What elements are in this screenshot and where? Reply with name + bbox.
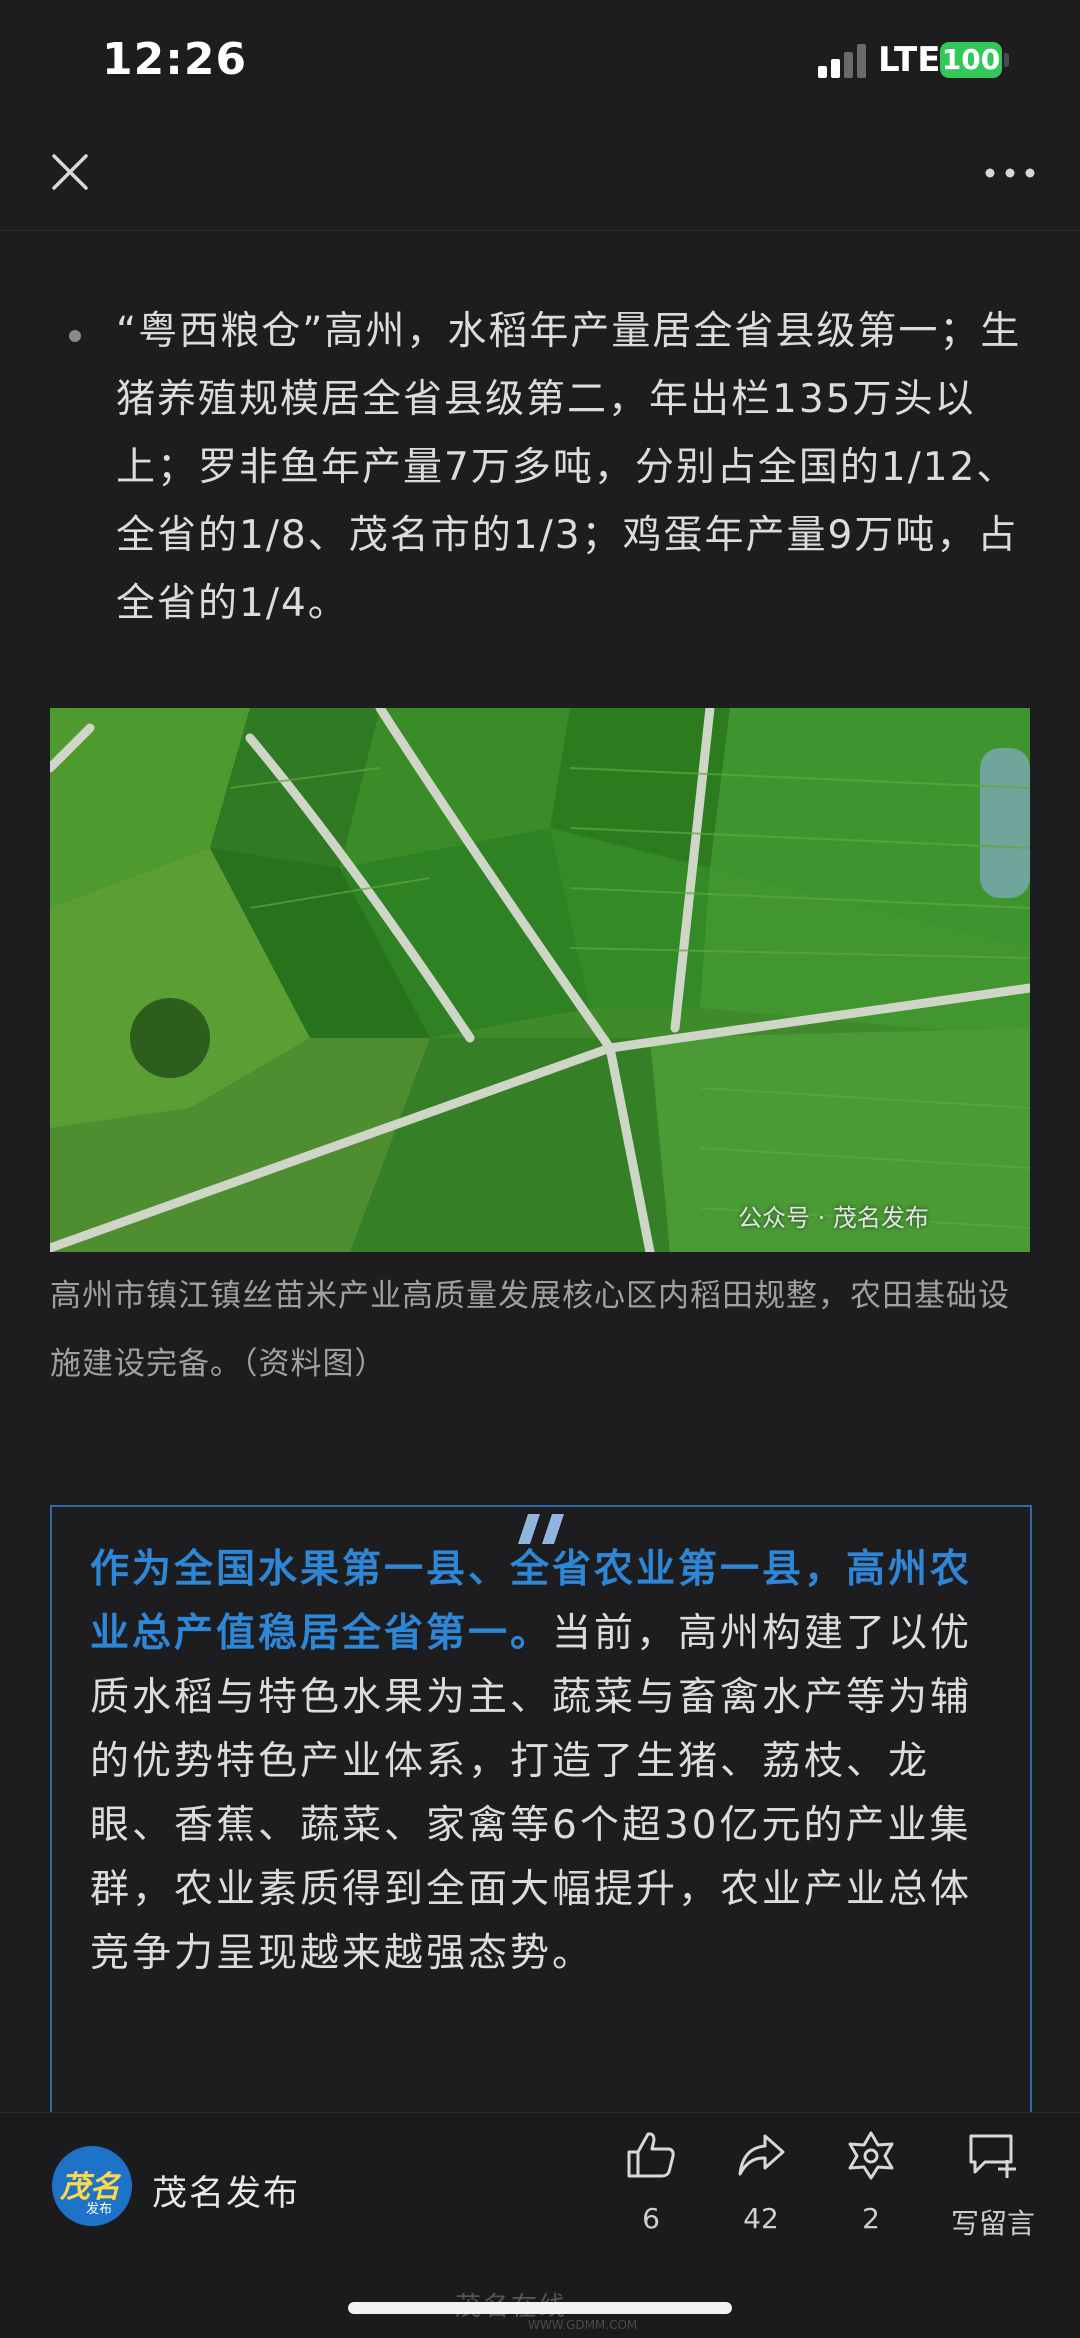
photo-caption: 高州市镇江镇丝苗米产业高质量发展核心区内稻田规整，农田基础设施建设完备。（资料图…	[50, 1278, 1010, 1382]
more-options-icon[interactable]	[984, 162, 1036, 184]
avatar-subtext: 发布	[86, 2202, 113, 2217]
nav-bar	[0, 120, 1080, 231]
share-count: 42	[743, 2202, 779, 2235]
home-indicator[interactable]	[348, 2302, 732, 2314]
network-type: LTE	[878, 40, 941, 80]
wow-count: 2	[862, 2202, 880, 2235]
like-count: 6	[642, 2202, 660, 2235]
share-button[interactable]: 42	[716, 2130, 806, 2235]
battery-icon: 100	[940, 42, 1002, 78]
quote-text: 作为全国水果第一县、全省农业第一县，高州农业总产值稳居全省第一。当前，高州构建了…	[90, 1538, 994, 1986]
photo-watermark: 公众号 · 茂名发布	[738, 1204, 929, 1232]
battery-tip	[1004, 53, 1009, 67]
rice-field-photo[interactable]	[50, 708, 1030, 1252]
cellular-signal-icon	[818, 44, 868, 78]
account-avatar[interactable]: 茂名 发布	[52, 2146, 132, 2226]
bullet-point	[69, 330, 81, 342]
wow-flower-icon	[848, 2131, 894, 2180]
wow-button[interactable]: 2	[826, 2130, 916, 2235]
status-time: 12:26	[102, 34, 248, 85]
like-button[interactable]: 6	[606, 2130, 696, 2235]
close-icon[interactable]	[48, 150, 92, 194]
comment-icon	[969, 2134, 1016, 2178]
account-name[interactable]: 茂名发布	[152, 2165, 300, 2216]
status-bar: 12:26 LTE 100	[0, 0, 1080, 120]
quote-body: 当前，高州构建了以优质水稻与特色水果为主、蔬菜与畜禽水产等为辅的优势特色产业体系…	[90, 1611, 973, 1976]
comment-label: 写留言	[950, 2207, 1035, 2240]
article-paragraph: “粤西粮仓”高州，水稻年产量居全省县级第一；生猪养殖规模居全省县级第二，年出栏1…	[116, 309, 1022, 626]
share-arrow-icon	[738, 2134, 785, 2176]
thumbs-up-icon	[627, 2132, 675, 2178]
write-comment-button[interactable]: 写留言	[938, 2130, 1048, 2242]
site-watermark-url: WWW.GDMM.COM	[528, 2318, 638, 2332]
